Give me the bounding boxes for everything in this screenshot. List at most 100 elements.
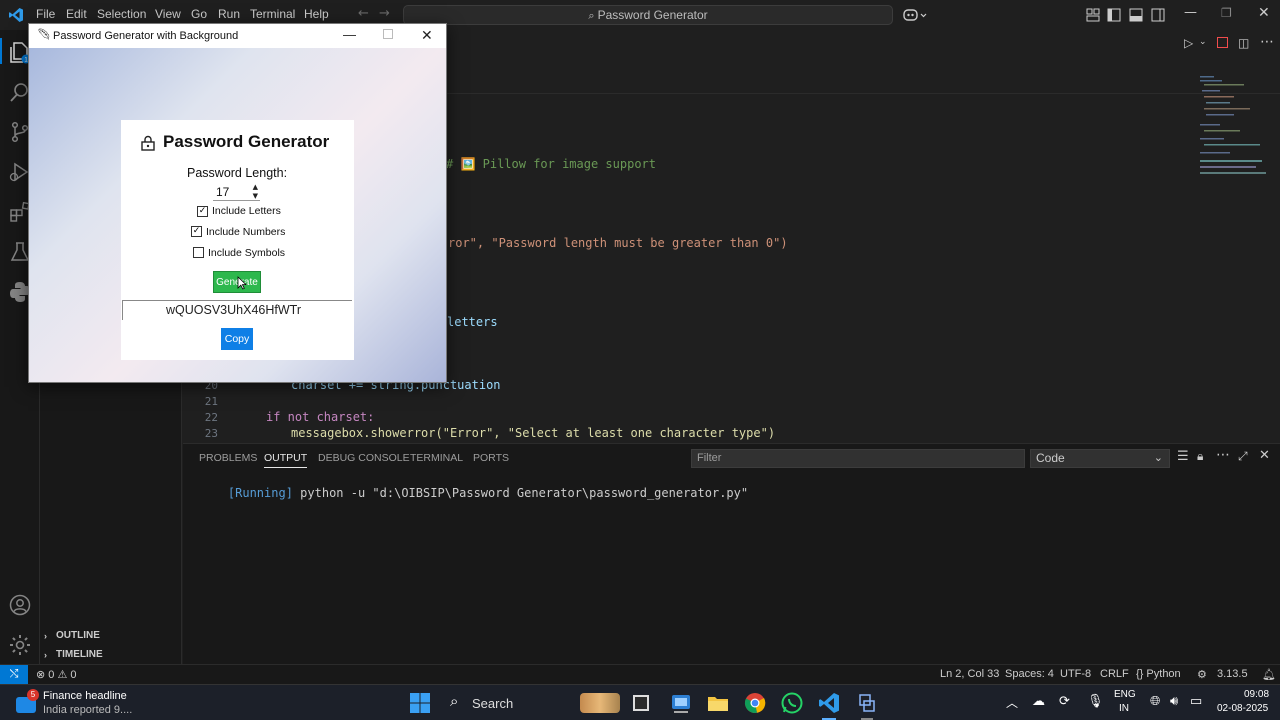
indentation[interactable]: Spaces: 4 bbox=[1005, 668, 1054, 680]
copy-button[interactable]: Copy bbox=[221, 328, 253, 350]
language-top[interactable]: ENG bbox=[1114, 689, 1136, 700]
checkbox-letters[interactable]: ✓ bbox=[197, 206, 208, 217]
task-view-icon[interactable] bbox=[633, 695, 649, 711]
menu-edit[interactable]: Edit bbox=[66, 7, 87, 21]
include-letters-checkbox[interactable]: ✓ Include Letters bbox=[197, 205, 297, 221]
onedrive-icon[interactable]: ☁ bbox=[1032, 693, 1045, 709]
minimap[interactable] bbox=[1196, 74, 1272, 184]
output-channel-select[interactable]: Code ⌄ bbox=[1030, 449, 1170, 468]
timeline-section[interactable]: › TIMELINE bbox=[40, 646, 182, 664]
tab-problems[interactable]: PROBLEMS bbox=[199, 452, 257, 464]
network-icon[interactable]: 🌐︎ bbox=[1150, 693, 1160, 709]
chrome-icon[interactable] bbox=[744, 692, 766, 714]
tk-title-bar[interactable]: 🪶︎ Password Generator with Background — … bbox=[29, 24, 446, 48]
chevron-down-icon: ⌄ bbox=[1153, 452, 1163, 464]
encoding[interactable]: UTF-8 bbox=[1060, 668, 1091, 680]
problems-status[interactable]: ⊗ 0 ⚠ 0 bbox=[36, 668, 77, 681]
tk-window-title: Password Generator with Background bbox=[53, 30, 239, 42]
command-center[interactable]: ⌕ Password Generator bbox=[403, 5, 893, 25]
microphone-icon[interactable]: 🎙︎ bbox=[1087, 693, 1104, 709]
maximize-panel-icon[interactable]: ⤢ bbox=[1238, 449, 1248, 464]
clear-output-icon[interactable]: ☰ bbox=[1177, 449, 1189, 464]
clock-time[interactable]: 09:08 bbox=[1244, 689, 1269, 700]
spin-up-icon[interactable]: ▲ bbox=[253, 183, 258, 191]
close-window-icon[interactable]: ✕ bbox=[1258, 5, 1270, 21]
forward-arrow-icon[interactable]: → bbox=[379, 6, 390, 21]
clock-date[interactable]: 02-08-2025 bbox=[1217, 703, 1268, 714]
menu-selection[interactable]: Selection bbox=[97, 7, 146, 21]
more-icon[interactable]: ⋯ bbox=[1216, 447, 1230, 463]
lock-icon[interactable]: 🔒︎ bbox=[1197, 449, 1203, 464]
menu-go[interactable]: Go bbox=[191, 7, 207, 21]
battery-icon[interactable]: ▭ bbox=[1190, 693, 1202, 709]
tk-background: Password Generator Password Length: 17 ▲… bbox=[29, 48, 446, 382]
notifications-icon[interactable]: 🔔︎ bbox=[1262, 668, 1276, 681]
include-numbers-checkbox[interactable]: ✓ Include Numbers bbox=[191, 226, 291, 242]
menu-run[interactable]: Run bbox=[218, 7, 240, 21]
tab-output[interactable]: OUTPUT bbox=[264, 452, 308, 468]
tray-chevron-up-icon[interactable]: ︿ bbox=[1006, 694, 1018, 711]
news-badge: 5 bbox=[27, 689, 39, 701]
tk-minimize-icon[interactable]: — bbox=[343, 27, 356, 42]
length-spinbox[interactable]: 17 ▲ ▼ bbox=[213, 183, 260, 201]
python-version[interactable]: 3.13.5 bbox=[1217, 668, 1248, 680]
run-file-icon[interactable]: ▷ bbox=[1184, 36, 1193, 50]
file-explorer-icon[interactable] bbox=[707, 692, 729, 714]
menu-view[interactable]: View bbox=[155, 7, 181, 21]
tab-terminal[interactable]: TERMINAL bbox=[410, 452, 463, 464]
tk-close-icon[interactable]: ✕ bbox=[421, 27, 433, 44]
menu-terminal[interactable]: Terminal bbox=[250, 7, 295, 21]
stop-icon[interactable] bbox=[1217, 37, 1228, 48]
menu-file[interactable]: File bbox=[36, 7, 55, 21]
taskbar-search[interactable]: ⌕ Search bbox=[442, 691, 620, 715]
generator-card: Password Generator Password Length: 17 ▲… bbox=[121, 120, 354, 360]
warning-count: 0 bbox=[70, 669, 77, 681]
restore-icon[interactable]: ❐ bbox=[1221, 6, 1232, 20]
outline-section[interactable]: › OUTLINE bbox=[40, 627, 182, 645]
run-dropdown-icon[interactable]: ⌄ bbox=[1199, 37, 1207, 47]
copilot-status-icon[interactable]: ⚙ bbox=[1197, 668, 1207, 681]
bottom-panel: PROBLEMS OUTPUT DEBUG CONSOLE TERMINAL P… bbox=[183, 443, 1280, 664]
language-label: Python bbox=[1146, 668, 1181, 680]
spin-down-icon[interactable]: ▼ bbox=[253, 192, 258, 200]
python-app-icon[interactable] bbox=[856, 692, 878, 714]
volume-icon[interactable]: 🔊︎ bbox=[1170, 693, 1178, 709]
line-ending[interactable]: CRLF bbox=[1100, 668, 1129, 680]
manage-gear-icon[interactable] bbox=[8, 633, 32, 657]
password-output-field[interactable]: wQUOSV3UhX46HfWTr bbox=[122, 300, 352, 320]
checkbox-numbers[interactable]: ✓ bbox=[191, 226, 202, 237]
snipping-tool-icon[interactable] bbox=[670, 692, 692, 714]
code-error-line: ror", "Password length must be greater t… bbox=[448, 236, 788, 250]
chevron-right-icon: › bbox=[44, 631, 47, 641]
language-bottom[interactable]: IN bbox=[1119, 703, 1129, 714]
remote-indicator-icon[interactable]: ⤭ bbox=[0, 665, 28, 685]
cursor-position[interactable]: Ln 2, Col 33 bbox=[940, 668, 999, 680]
more-actions-icon[interactable]: ⋯ bbox=[1260, 34, 1274, 50]
checkbox-symbols[interactable] bbox=[193, 247, 204, 258]
minimize-icon[interactable]: — bbox=[1184, 5, 1197, 20]
whatsapp-icon[interactable] bbox=[781, 692, 803, 714]
include-symbols-checkbox[interactable]: Include Symbols bbox=[193, 247, 293, 263]
toggle-panel-icon[interactable] bbox=[1129, 8, 1143, 22]
menu-help[interactable]: Help bbox=[304, 7, 329, 21]
tab-ports[interactable]: PORTS bbox=[473, 452, 509, 464]
customize-layout-icon[interactable] bbox=[1086, 8, 1100, 22]
toggle-secondary-sidebar-icon[interactable] bbox=[1151, 8, 1165, 22]
split-editor-icon[interactable]: ◫ bbox=[1238, 36, 1249, 50]
back-arrow-icon[interactable]: ← bbox=[358, 6, 369, 21]
language-mode[interactable]: {} Python bbox=[1136, 668, 1181, 680]
close-panel-icon[interactable]: ✕ bbox=[1259, 448, 1270, 463]
copilot-icon[interactable] bbox=[903, 7, 927, 23]
output-filter-input[interactable]: Filter bbox=[691, 449, 1025, 468]
sync-icon[interactable]: ⟳ bbox=[1059, 693, 1070, 709]
windows-start-icon[interactable] bbox=[409, 692, 431, 714]
output-channel-label: Code bbox=[1036, 451, 1065, 465]
active-indicator bbox=[0, 38, 2, 64]
toggle-primary-sidebar-icon[interactable] bbox=[1107, 8, 1121, 22]
generator-heading: Password Generator bbox=[163, 132, 330, 151]
accounts-icon[interactable] bbox=[8, 593, 32, 617]
tk-maximize-icon[interactable] bbox=[383, 29, 393, 39]
tab-debug-console[interactable]: DEBUG CONSOLE bbox=[318, 452, 410, 464]
vscode-taskbar-icon[interactable] bbox=[818, 692, 840, 714]
news-widget[interactable]: 5 Finance headline India reported 9.... bbox=[8, 689, 148, 719]
